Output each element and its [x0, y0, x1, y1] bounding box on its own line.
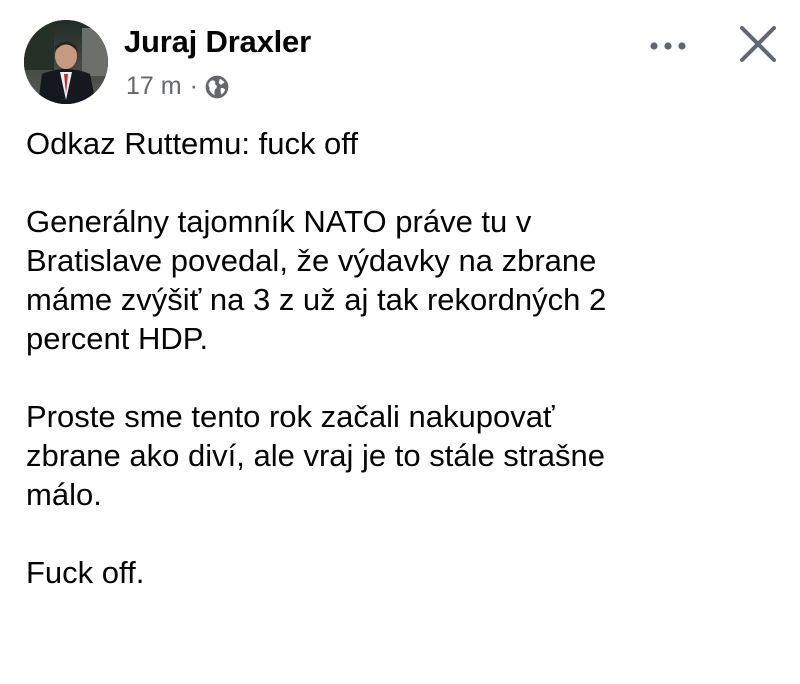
post-paragraph: Fuck off. — [26, 553, 776, 592]
author-name[interactable]: Juraj Draxler — [124, 24, 311, 60]
post-paragraph: Proste sme tento rok začali nakupovať zb… — [26, 397, 776, 514]
post-paragraph: Generálny tajomník NATO práve tu v Brati… — [26, 202, 776, 358]
post-text-line: Fuck off. — [26, 555, 145, 590]
avatar-photo — [24, 20, 108, 104]
close-icon[interactable] — [736, 22, 780, 66]
author-avatar[interactable] — [24, 20, 108, 104]
more-options-icon[interactable] — [644, 28, 700, 64]
post-text-line: percent HDP. — [26, 321, 209, 356]
post-text-line: Generálny tajomník NATO práve tu v — [26, 204, 532, 239]
post-header: Juraj Draxler 17 m · — [24, 20, 784, 110]
post-meta: 17 m · — [126, 72, 230, 101]
post-paragraph: Odkaz Ruttemu: fuck off — [26, 124, 776, 163]
globe-icon[interactable] — [204, 74, 230, 100]
facebook-post: Juraj Draxler 17 m · Odkaz Ruttemu: fuck… — [0, 0, 800, 684]
post-text-line: Odkaz Ruttemu: fuck off — [26, 126, 358, 161]
meta-separator: · — [189, 72, 198, 100]
post-time[interactable]: 17 m — [126, 72, 182, 101]
post-text-line: máme zvýšiť na 3 z už aj tak rekordných … — [26, 282, 607, 317]
post-text-line: málo. — [26, 477, 102, 512]
post-text-line: Proste sme tento rok začali nakupovať — [26, 399, 555, 434]
post-body: Odkaz Ruttemu: fuck off Generálny tajomn… — [26, 124, 776, 631]
post-text-line: zbrane ako diví, ale vraj je to stále st… — [26, 438, 605, 473]
post-text-line: Bratislave povedal, že výdavky na zbrane — [26, 243, 597, 278]
